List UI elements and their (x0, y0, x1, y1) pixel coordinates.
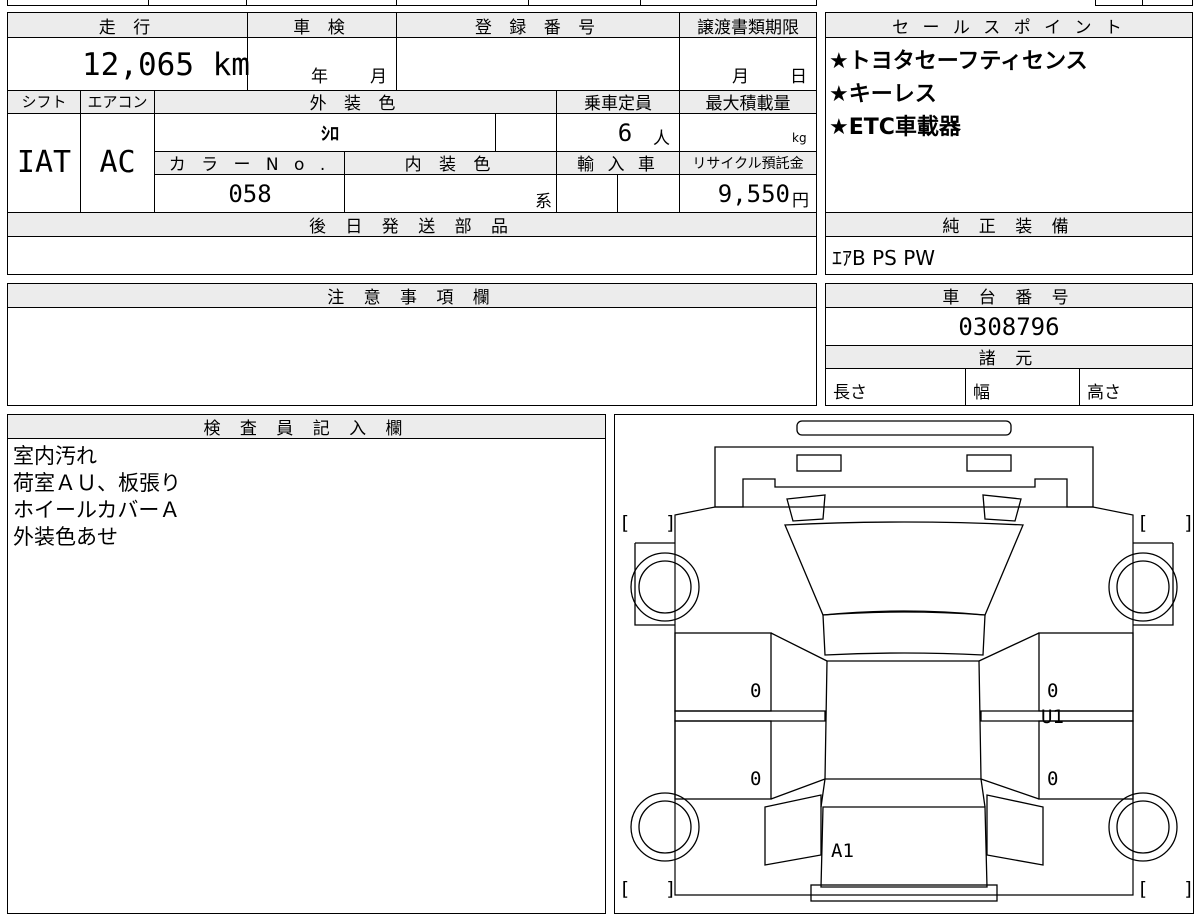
top-strip-right (1095, 0, 1193, 6)
body-outline (674, 506, 1134, 896)
front-bumper-frame (714, 446, 1094, 508)
color-no-header: カ ラ ー N o . (168, 155, 331, 175)
registration-header: 登 録 番 号 (474, 17, 602, 38)
wheel-front-left (630, 552, 700, 622)
bracket-front-right-close: ] (1183, 512, 1193, 534)
windshield-right (982, 494, 1022, 522)
car-damage-diagram: [ ] [ ] [ ] [ ] 0 0 0 U1 0 A1 (619, 420, 1193, 902)
spec-length: 長さ (833, 382, 867, 403)
cargo-divider (820, 778, 986, 808)
shift-header: シフト (21, 93, 67, 111)
mileage-value: 12,065 km (82, 47, 250, 83)
bracket-front-left-close: ] (665, 512, 676, 534)
spec-width: 幅 (973, 382, 990, 403)
bracket-rear-left-close: ] (665, 878, 676, 900)
capacity-value: 6 (617, 119, 633, 147)
recycle-fee-unit: 円 (792, 190, 809, 211)
inspection-month-unit: 月 (370, 66, 387, 87)
front-bumper-part (796, 420, 1012, 436)
mark-cargo-floor: A1 (831, 840, 854, 862)
wheel-front-left-inner (638, 560, 692, 614)
exterior-color-value: ｼﾛ (321, 123, 339, 145)
sales-point-item: ★キーレス (829, 82, 937, 107)
wheel-rear-left (630, 792, 700, 862)
inspector-note-line: 室内汚れ (13, 444, 97, 468)
capacity-unit: 人 (653, 128, 670, 149)
roof-part (822, 611, 986, 656)
bracket-rear-right-open: [ (1137, 878, 1148, 900)
mark-left-rear-panel: 0 (750, 768, 761, 790)
right-quarter (986, 794, 1044, 866)
left-sill (674, 710, 826, 722)
left-quarter (764, 794, 822, 866)
mark-left-front-panel: 0 (750, 680, 761, 702)
wheel-rear-left-inner (638, 800, 692, 854)
interior-color-suffix: 系 (535, 191, 552, 212)
import-header: 輸 入 車 (577, 155, 659, 175)
mark-right-front-panel: 0 (1047, 680, 1058, 702)
bracket-rear-left-open: [ (619, 878, 630, 900)
transfer-day-unit: 日 (790, 66, 807, 87)
spec-height: 高さ (1087, 382, 1121, 403)
bracket-front-right-open: [ (1137, 512, 1148, 534)
windshield-left (786, 494, 826, 522)
interior-color-header: 内 装 色 (404, 155, 497, 175)
sales-point-item: ★ETC車載器 (829, 115, 961, 140)
recycle-fee-header: リサイクル預託金 (692, 155, 804, 172)
headlight-right (966, 454, 1012, 472)
max-load-unit: kg (792, 131, 807, 145)
headlight-left (796, 454, 842, 472)
wheel-front-right (1108, 552, 1178, 622)
shift-value: IAT (16, 144, 72, 180)
capacity-header: 乗車定員 (584, 94, 652, 114)
specs-header: 諸 元 (978, 349, 1040, 369)
cautions-header: 注 意 事 項 欄 (327, 288, 497, 308)
cabin-part (824, 660, 982, 780)
mark-right-rear-panel: 0 (1047, 768, 1058, 790)
recycle-fee-value: 9,550 (717, 180, 790, 208)
transfer-deadline-header: 譲渡書類期限 (697, 17, 799, 38)
transfer-month-unit: 月 (732, 66, 749, 87)
wheel-front-right-inner (1116, 560, 1170, 614)
chassis-no-header: 車 台 番 号 (942, 288, 1076, 308)
wheel-rear-right-inner (1116, 800, 1170, 854)
inspector-notes-header: 検 査 員 記 入 欄 (203, 419, 410, 439)
chassis-no-value: 0308796 (958, 312, 1060, 341)
inspection-year-unit: 年 (311, 66, 328, 87)
right-pillar (978, 632, 1040, 800)
oem-equipment-value: ｴｱB PS PW (832, 245, 936, 270)
top-strip (7, 0, 817, 6)
inspection-header: 車 検 (293, 17, 351, 38)
car-diagram-panel: [ ] [ ] [ ] [ ] 0 0 0 U1 0 A1 (614, 414, 1194, 914)
oem-equipment-header: 純 正 装 備 (942, 216, 1076, 237)
inspector-note-line: 荷室ＡＵ、板張り (13, 471, 181, 495)
mileage-header: 走 行 (98, 17, 157, 38)
bracket-rear-right-close: ] (1183, 878, 1193, 900)
sales-point-item: ★トヨタセーフティセンス (829, 49, 1088, 74)
left-pillar (770, 632, 828, 800)
aircon-header: エアコン (87, 93, 148, 111)
exterior-color-header: 外 装 色 (309, 94, 402, 114)
max-load-header: 最大積載量 (705, 94, 791, 114)
sales-points-header: セ ー ル ス ポ イ ン ト (892, 17, 1126, 38)
wheel-rear-right (1108, 792, 1178, 862)
bracket-front-left-open: [ (619, 512, 630, 534)
hood-part (784, 521, 1024, 616)
later-parts-header: 後 日 発 送 部 品 (308, 216, 516, 237)
color-no-value: 058 (228, 180, 272, 208)
inspector-note-line: ホイールカバーＡ (13, 498, 181, 522)
inspector-note-line: 外装色あせ (13, 525, 118, 549)
aircon-value: AC (99, 144, 136, 180)
mark-right-front-grade: U1 (1041, 706, 1064, 728)
